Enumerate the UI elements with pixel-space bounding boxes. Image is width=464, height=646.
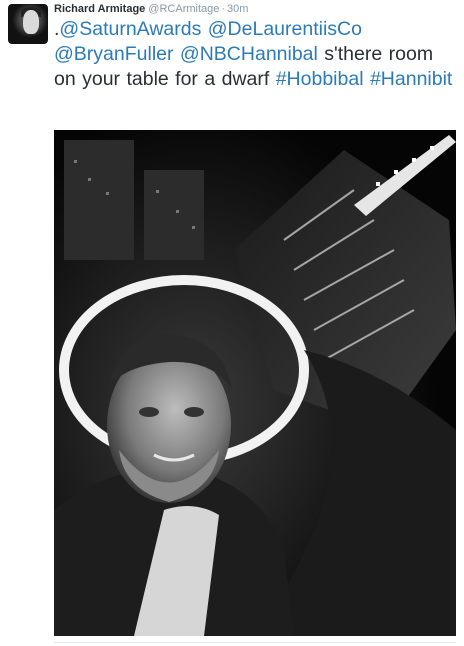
tweet-photo[interactable] <box>54 130 456 636</box>
tweet-text: .@SaturnAwards @DeLaurentiisCo @BryanFul… <box>54 17 454 92</box>
mention-link[interactable]: @DeLaurentiisCo <box>208 18 362 40</box>
hashtag-link[interactable]: #Hobbibal <box>276 68 364 90</box>
avatar-face <box>23 10 39 34</box>
tweet: Richard Armitage @RCArmitage · 30m .@Saturn… <box>0 0 464 646</box>
tweet-header: Richard Armitage @RCArmitage · 30m <box>54 3 248 17</box>
author-handle[interactable]: @RCArmitage <box>148 3 219 15</box>
photo-image <box>54 130 456 636</box>
header-separator: · <box>221 3 226 15</box>
mention-link[interactable]: @BryanFuller <box>54 43 174 65</box>
hashtag-link[interactable]: #Hannibit <box>370 68 452 90</box>
author-name[interactable]: Richard Armitage <box>54 3 145 15</box>
author-avatar[interactable] <box>8 4 48 44</box>
mention-link[interactable]: @NBCHannibal <box>180 43 318 65</box>
mention-link[interactable]: @SaturnAwards <box>59 18 201 40</box>
tweet-divider <box>54 642 456 643</box>
tweet-timestamp[interactable]: 30m <box>227 3 248 15</box>
